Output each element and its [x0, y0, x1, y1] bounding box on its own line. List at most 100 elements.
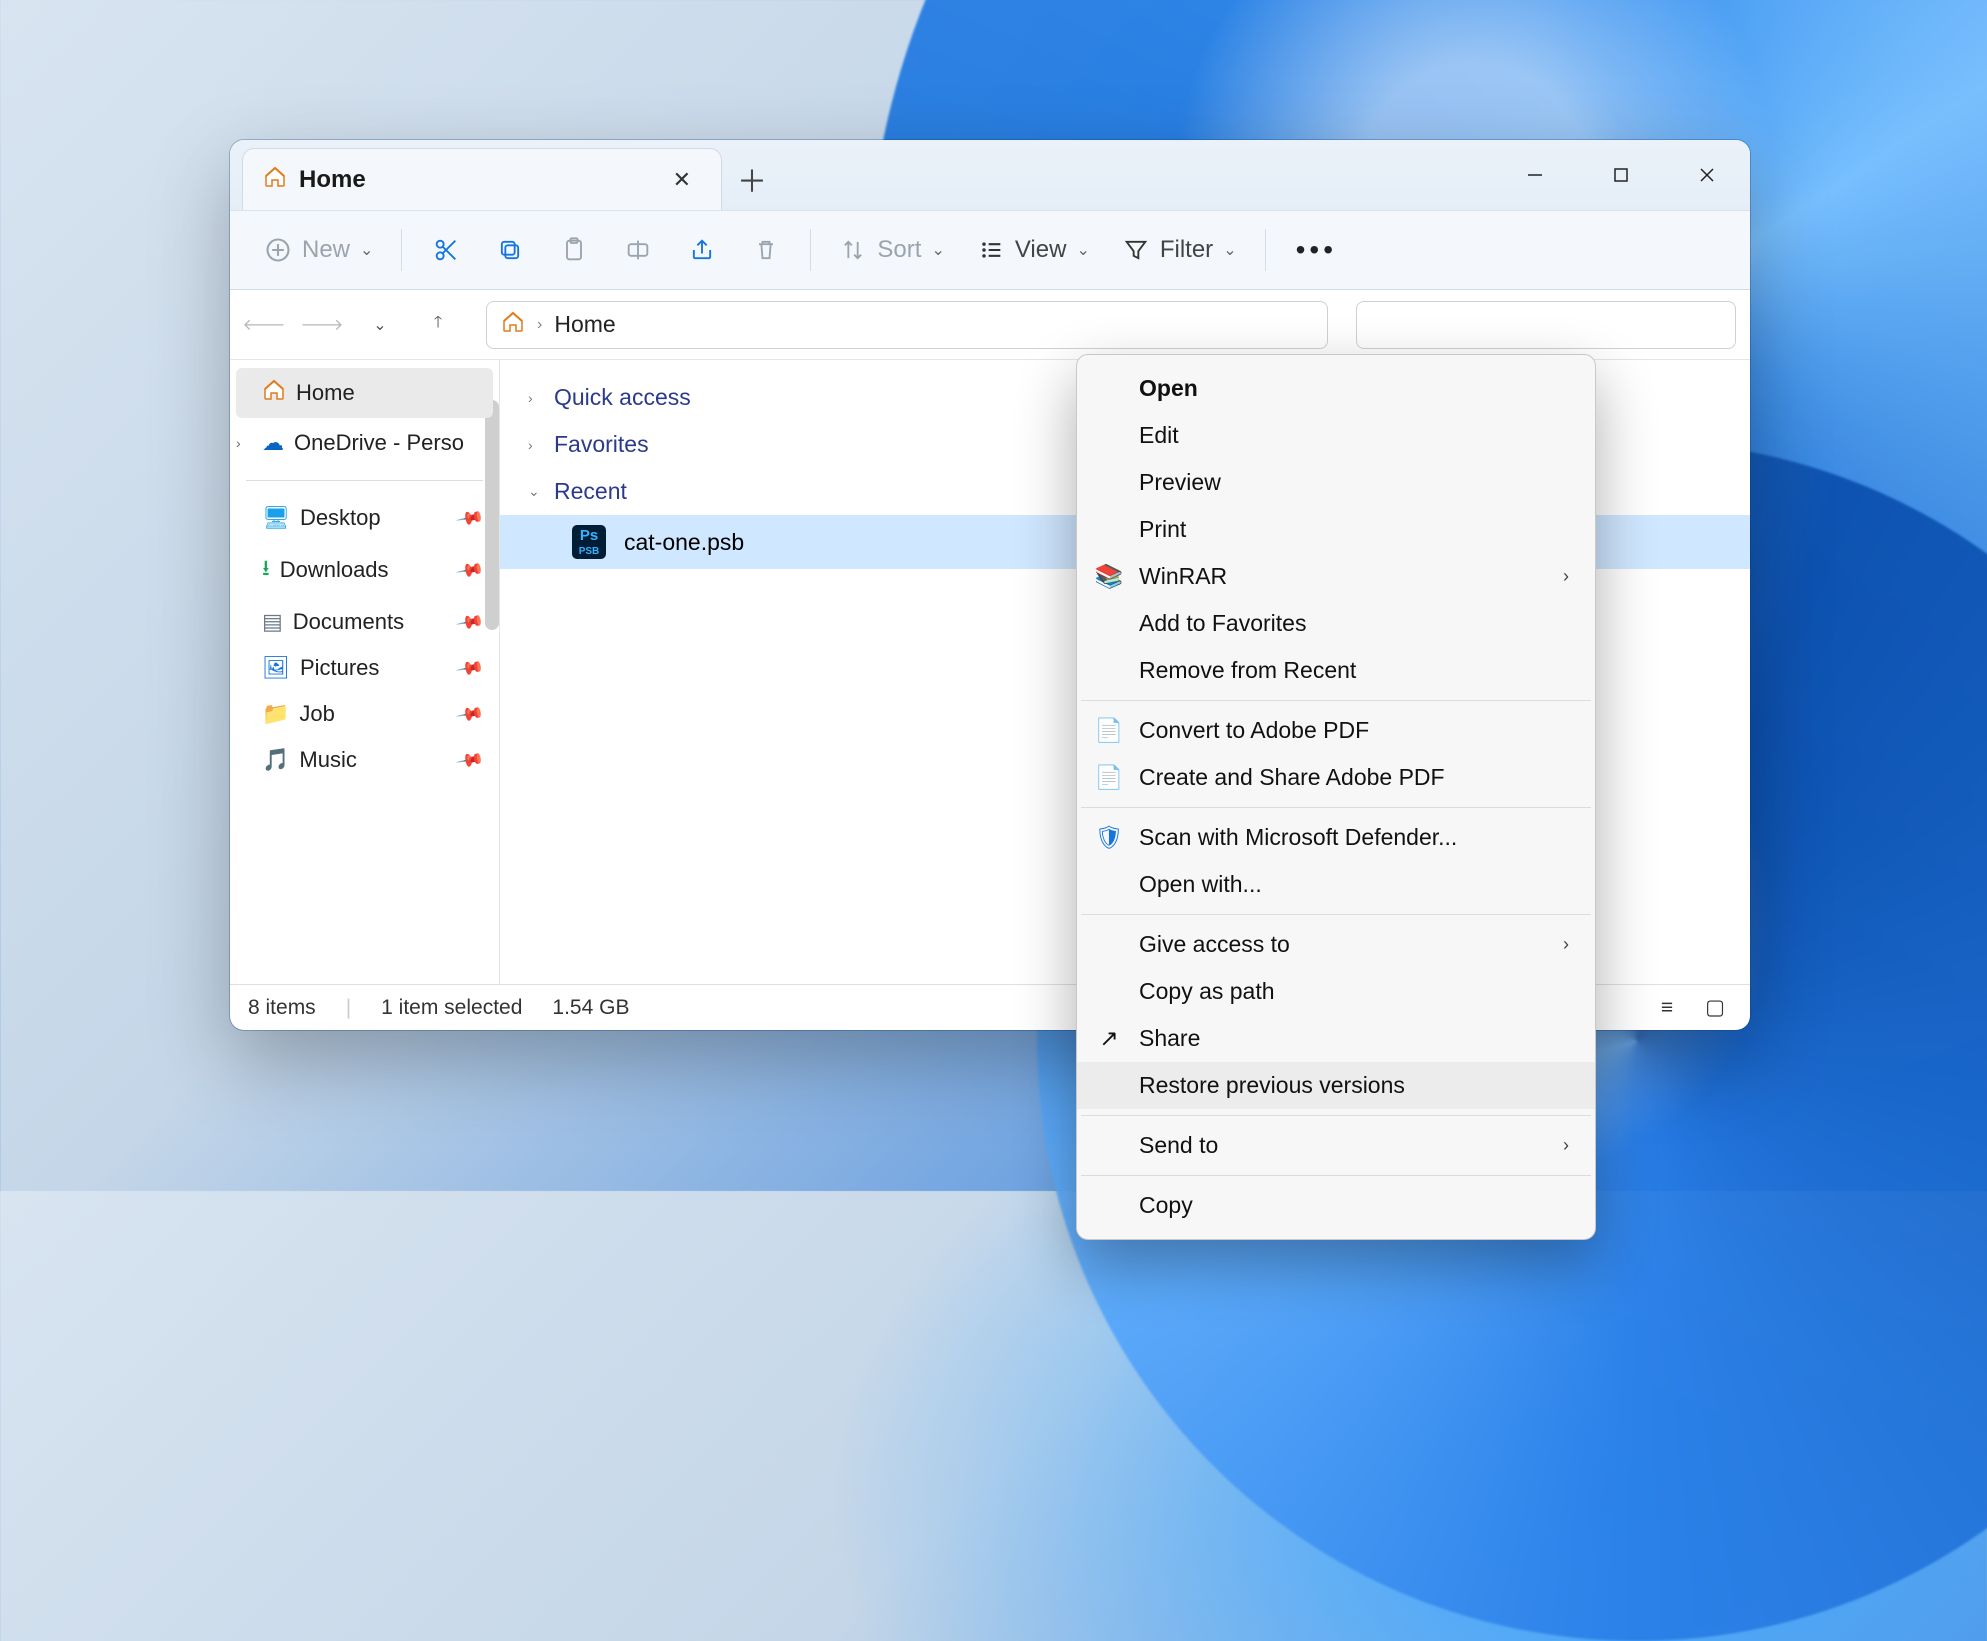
tab-title: Home: [299, 166, 366, 194]
chevron-right-icon: ›: [528, 390, 544, 406]
picture-icon: 🖼: [262, 655, 290, 681]
winrar-icon: 📚: [1095, 563, 1123, 590]
view-icon: [977, 236, 1005, 264]
plus-circle-icon: [264, 236, 292, 264]
toolbar: New ⌄ Sort ⌄ View ⌄ Filter ⌄ •••: [230, 210, 1750, 290]
music-icon: 🎵: [262, 747, 289, 773]
sidebar-item-downloads[interactable]: ⭳ Downloads 📌: [230, 541, 499, 599]
pin-icon: 📌: [455, 555, 485, 585]
separator: |: [346, 996, 351, 1020]
paste-button[interactable]: [544, 228, 604, 272]
sidebar-item-pictures[interactable]: 🖼 Pictures 📌: [230, 645, 499, 691]
chevron-right-icon: ›: [1563, 566, 1569, 587]
navigation-row: 🡐 🡒 ⌄ 🡑 › Home: [230, 290, 1750, 360]
address-bar[interactable]: › Home: [486, 301, 1328, 349]
pin-icon: 📌: [455, 607, 485, 637]
sidebar-item-label: Desktop: [300, 505, 381, 531]
new-button[interactable]: New ⌄: [250, 228, 387, 272]
minimize-button[interactable]: [1492, 140, 1578, 210]
pdf-share-icon: 📄: [1095, 764, 1123, 791]
pdf-icon: 📄: [1095, 717, 1123, 744]
clipboard-icon: [560, 236, 588, 264]
section-label: Recent: [554, 478, 627, 505]
sort-button[interactable]: Sort ⌄: [825, 228, 958, 272]
sidebar-item-music[interactable]: 🎵 Music 📌: [230, 737, 499, 783]
folder-icon: 📁: [262, 701, 289, 727]
sidebar-item-home[interactable]: Home: [236, 368, 493, 418]
forward-button[interactable]: 🡒: [302, 305, 342, 345]
download-icon: ⭳: [262, 551, 270, 589]
maximize-button[interactable]: [1578, 140, 1664, 210]
view-button[interactable]: View ⌄: [963, 228, 1104, 272]
separator: [401, 229, 402, 271]
home-icon: [501, 310, 525, 340]
separator: [1081, 700, 1591, 701]
sidebar-item-job[interactable]: 📁 Job 📌: [230, 691, 499, 737]
ctx-print[interactable]: Print: [1077, 506, 1595, 553]
ctx-preview[interactable]: Preview: [1077, 459, 1595, 506]
ctx-remove-recent[interactable]: Remove from Recent: [1077, 647, 1595, 694]
separator: [1081, 807, 1591, 808]
chevron-right-icon[interactable]: ›: [236, 435, 241, 451]
ctx-winrar[interactable]: 📚 WinRAR ›: [1077, 553, 1595, 600]
tiles-view-button[interactable]: ▢: [1698, 994, 1732, 1022]
shield-icon: 🛡: [1095, 824, 1123, 851]
section-label: Quick access: [554, 384, 691, 411]
ctx-open[interactable]: Open: [1077, 365, 1595, 412]
view-label: View: [1015, 236, 1067, 264]
sidebar-item-onedrive[interactable]: › ☁ OneDrive - Perso: [230, 420, 499, 466]
tab-home[interactable]: Home ✕: [242, 148, 722, 210]
separator: [246, 480, 483, 481]
more-button[interactable]: •••: [1280, 226, 1353, 274]
share-icon: ↗: [1095, 1025, 1123, 1052]
sidebar-item-label: Pictures: [300, 655, 379, 681]
details-view-button[interactable]: ≡: [1650, 994, 1684, 1022]
sidebar-item-documents[interactable]: ▤ Documents 📌: [230, 599, 499, 645]
cut-button[interactable]: [416, 228, 476, 272]
ctx-share[interactable]: ↗ Share: [1077, 1015, 1595, 1062]
chevron-down-icon: ⌄: [528, 483, 544, 500]
recent-locations-button[interactable]: ⌄: [360, 305, 400, 345]
pin-icon: 📌: [455, 653, 485, 683]
share-button[interactable]: [672, 228, 732, 272]
sidebar-item-label: Documents: [293, 609, 404, 635]
chevron-down-icon: ⌄: [1076, 240, 1089, 260]
copy-icon: [496, 236, 524, 264]
chevron-right-icon: ›: [528, 437, 544, 453]
new-tab-button[interactable]: ＋: [722, 148, 782, 210]
chevron-down-icon: ⌄: [931, 240, 944, 260]
sidebar-item-label: OneDrive - Perso: [294, 430, 464, 456]
ctx-create-share-pdf[interactable]: 📄 Create and Share Adobe PDF: [1077, 754, 1595, 801]
photoshop-file-icon: PSB: [572, 525, 606, 559]
up-button[interactable]: 🡑: [418, 305, 458, 345]
back-button[interactable]: 🡐: [244, 305, 284, 345]
home-icon: [263, 165, 287, 194]
tab-close-button[interactable]: ✕: [663, 161, 701, 199]
copy-button[interactable]: [480, 228, 540, 272]
filter-button[interactable]: Filter ⌄: [1108, 228, 1251, 272]
ctx-scan-defender[interactable]: 🛡 Scan with Microsoft Defender...: [1077, 814, 1595, 861]
ctx-restore-versions[interactable]: Restore previous versions: [1077, 1062, 1595, 1109]
separator: [1081, 1175, 1591, 1176]
close-window-button[interactable]: [1664, 140, 1750, 210]
ctx-send-to[interactable]: Send to ›: [1077, 1122, 1595, 1169]
ctx-convert-pdf[interactable]: 📄 Convert to Adobe PDF: [1077, 707, 1595, 754]
ctx-copy-path[interactable]: Copy as path: [1077, 968, 1595, 1015]
ctx-edit[interactable]: Edit: [1077, 412, 1595, 459]
chevron-right-icon: ›: [537, 316, 542, 334]
document-icon: ▤: [262, 609, 283, 635]
sort-label: Sort: [877, 236, 921, 264]
pin-icon: 📌: [455, 503, 485, 533]
sidebar-item-label: Music: [299, 747, 356, 773]
delete-button[interactable]: [736, 228, 796, 272]
chevron-right-icon: ›: [1563, 934, 1569, 955]
search-input[interactable]: [1356, 301, 1736, 349]
sidebar-item-desktop[interactable]: 🖥 Desktop 📌: [230, 495, 499, 541]
rename-button[interactable]: [608, 228, 668, 272]
ctx-add-favorites[interactable]: Add to Favorites: [1077, 600, 1595, 647]
ctx-copy[interactable]: Copy: [1077, 1182, 1595, 1229]
share-icon: [688, 236, 716, 264]
ctx-open-with[interactable]: Open with...: [1077, 861, 1595, 908]
ctx-give-access[interactable]: Give access to ›: [1077, 921, 1595, 968]
window-controls: [1492, 140, 1750, 210]
